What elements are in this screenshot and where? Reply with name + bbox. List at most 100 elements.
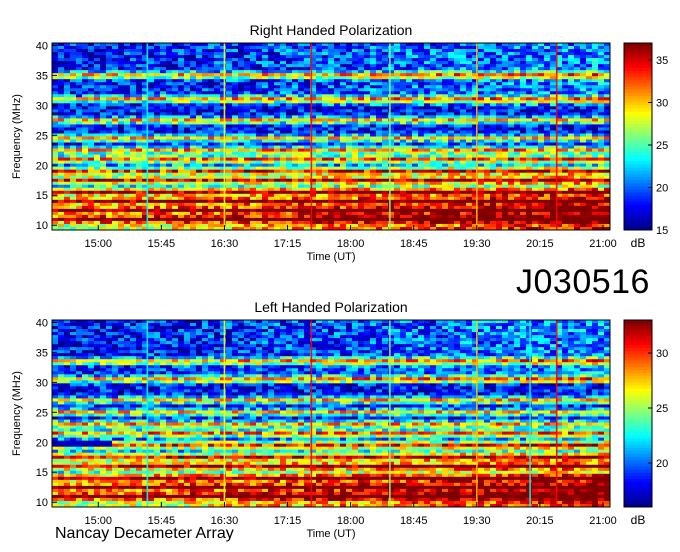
heatmap-cell (478, 49, 485, 53)
heatmap-cell (172, 55, 179, 59)
heatmap-cell (484, 175, 491, 180)
heatmap-cell (148, 148, 155, 152)
heatmap-cell (244, 85, 251, 89)
heatmap-cell (394, 97, 401, 101)
heatmap-cell (316, 94, 323, 98)
heatmap-cell (298, 94, 305, 98)
heatmap-cell (340, 58, 347, 62)
heatmap-cell (82, 142, 89, 146)
heatmap-cell (184, 202, 191, 207)
heatmap-cell (424, 148, 431, 152)
heatmap-cell (520, 112, 527, 116)
heatmap-cell (370, 187, 377, 192)
heatmap-cell (100, 124, 107, 128)
heatmap-cell (388, 43, 395, 47)
heatmap-cell (328, 43, 335, 47)
heatmap-cell (304, 130, 311, 134)
heatmap-cell (430, 109, 437, 113)
heatmap-cell (418, 52, 425, 56)
heatmap-cell (316, 109, 323, 113)
heatmap-cell (526, 181, 533, 186)
heatmap-cell (238, 157, 245, 162)
heatmap-cell (214, 157, 221, 162)
heatmap-cell (520, 157, 527, 162)
heatmap-cell (364, 190, 371, 195)
heatmap-cell (544, 94, 551, 98)
heatmap-cell (538, 136, 545, 140)
heatmap-cell (478, 124, 485, 128)
heatmap-cell (82, 106, 89, 110)
heatmap-cell (532, 85, 539, 89)
heatmap-cell (214, 100, 221, 104)
heatmap-cell (136, 82, 143, 86)
heatmap-cell (58, 70, 65, 74)
heatmap-cell (574, 172, 581, 177)
heatmap-cell (496, 55, 503, 59)
heatmap-cell (376, 157, 383, 162)
heatmap-cell (460, 151, 467, 155)
heatmap-cell (604, 133, 611, 137)
heatmap-cell (220, 148, 227, 152)
heatmap-cell (64, 157, 71, 162)
heatmap-cell (406, 163, 413, 168)
heatmap-cell (154, 55, 161, 59)
heatmap-cell (220, 103, 227, 107)
heatmap-cell (598, 172, 605, 177)
heatmap-cell (442, 58, 449, 62)
heatmap-cell (184, 61, 191, 65)
heatmap-cell (328, 154, 335, 159)
heatmap-cell (256, 142, 263, 146)
heatmap-cell (520, 70, 527, 74)
heatmap-cell (322, 142, 329, 146)
heatmap-cell (184, 136, 191, 140)
heatmap-cell (316, 52, 323, 56)
heatmap-cell (574, 100, 581, 104)
heatmap-cell (430, 124, 437, 128)
heatmap-cell (100, 145, 107, 149)
heatmap-cell (406, 82, 413, 86)
heatmap-cell (568, 181, 575, 186)
heatmap-cell (550, 52, 557, 56)
heatmap-cell (604, 121, 611, 125)
heatmap-cell (424, 79, 431, 83)
heatmap-cell (568, 67, 575, 71)
heatmap-cell (130, 106, 137, 110)
heatmap-cell (130, 55, 137, 59)
heatmap-cell (526, 82, 533, 86)
heatmap-cell (526, 73, 533, 77)
heatmap-cell (340, 199, 347, 204)
heatmap-cell (274, 112, 281, 116)
heatmap-cell (382, 127, 389, 131)
heatmap-cell (112, 145, 119, 149)
heatmap-cell (592, 103, 599, 107)
heatmap-cell (304, 163, 311, 168)
heatmap-cell (220, 70, 227, 74)
heatmap-cell (532, 166, 539, 171)
heatmap-cell (166, 184, 173, 189)
heatmap-cell (520, 58, 527, 62)
heatmap-cell (526, 46, 533, 50)
heatmap-cell (508, 139, 515, 143)
heatmap-cell (160, 151, 167, 155)
heatmap-cell (394, 196, 401, 201)
heatmap-cell (400, 151, 407, 155)
heatmap-cell (568, 64, 575, 68)
heatmap-cell (496, 94, 503, 98)
heatmap-cell (454, 55, 461, 59)
heatmap-cell (76, 151, 83, 155)
heatmap-cell (316, 154, 323, 159)
heatmap-cell (58, 154, 65, 159)
heatmap-cell (154, 103, 161, 107)
heatmap-cell (484, 76, 491, 80)
heatmap-cell (268, 175, 275, 180)
heatmap-cell (208, 61, 215, 65)
heatmap-cell (478, 61, 485, 65)
heatmap-cell (184, 55, 191, 59)
heatmap-cell (364, 169, 371, 174)
heatmap-cell (502, 133, 509, 137)
heatmap-cell (580, 145, 587, 149)
heatmap-cell (196, 46, 203, 50)
heatmap-cell (70, 148, 77, 152)
heatmap-cell (598, 196, 605, 201)
heatmap-cell (316, 97, 323, 101)
